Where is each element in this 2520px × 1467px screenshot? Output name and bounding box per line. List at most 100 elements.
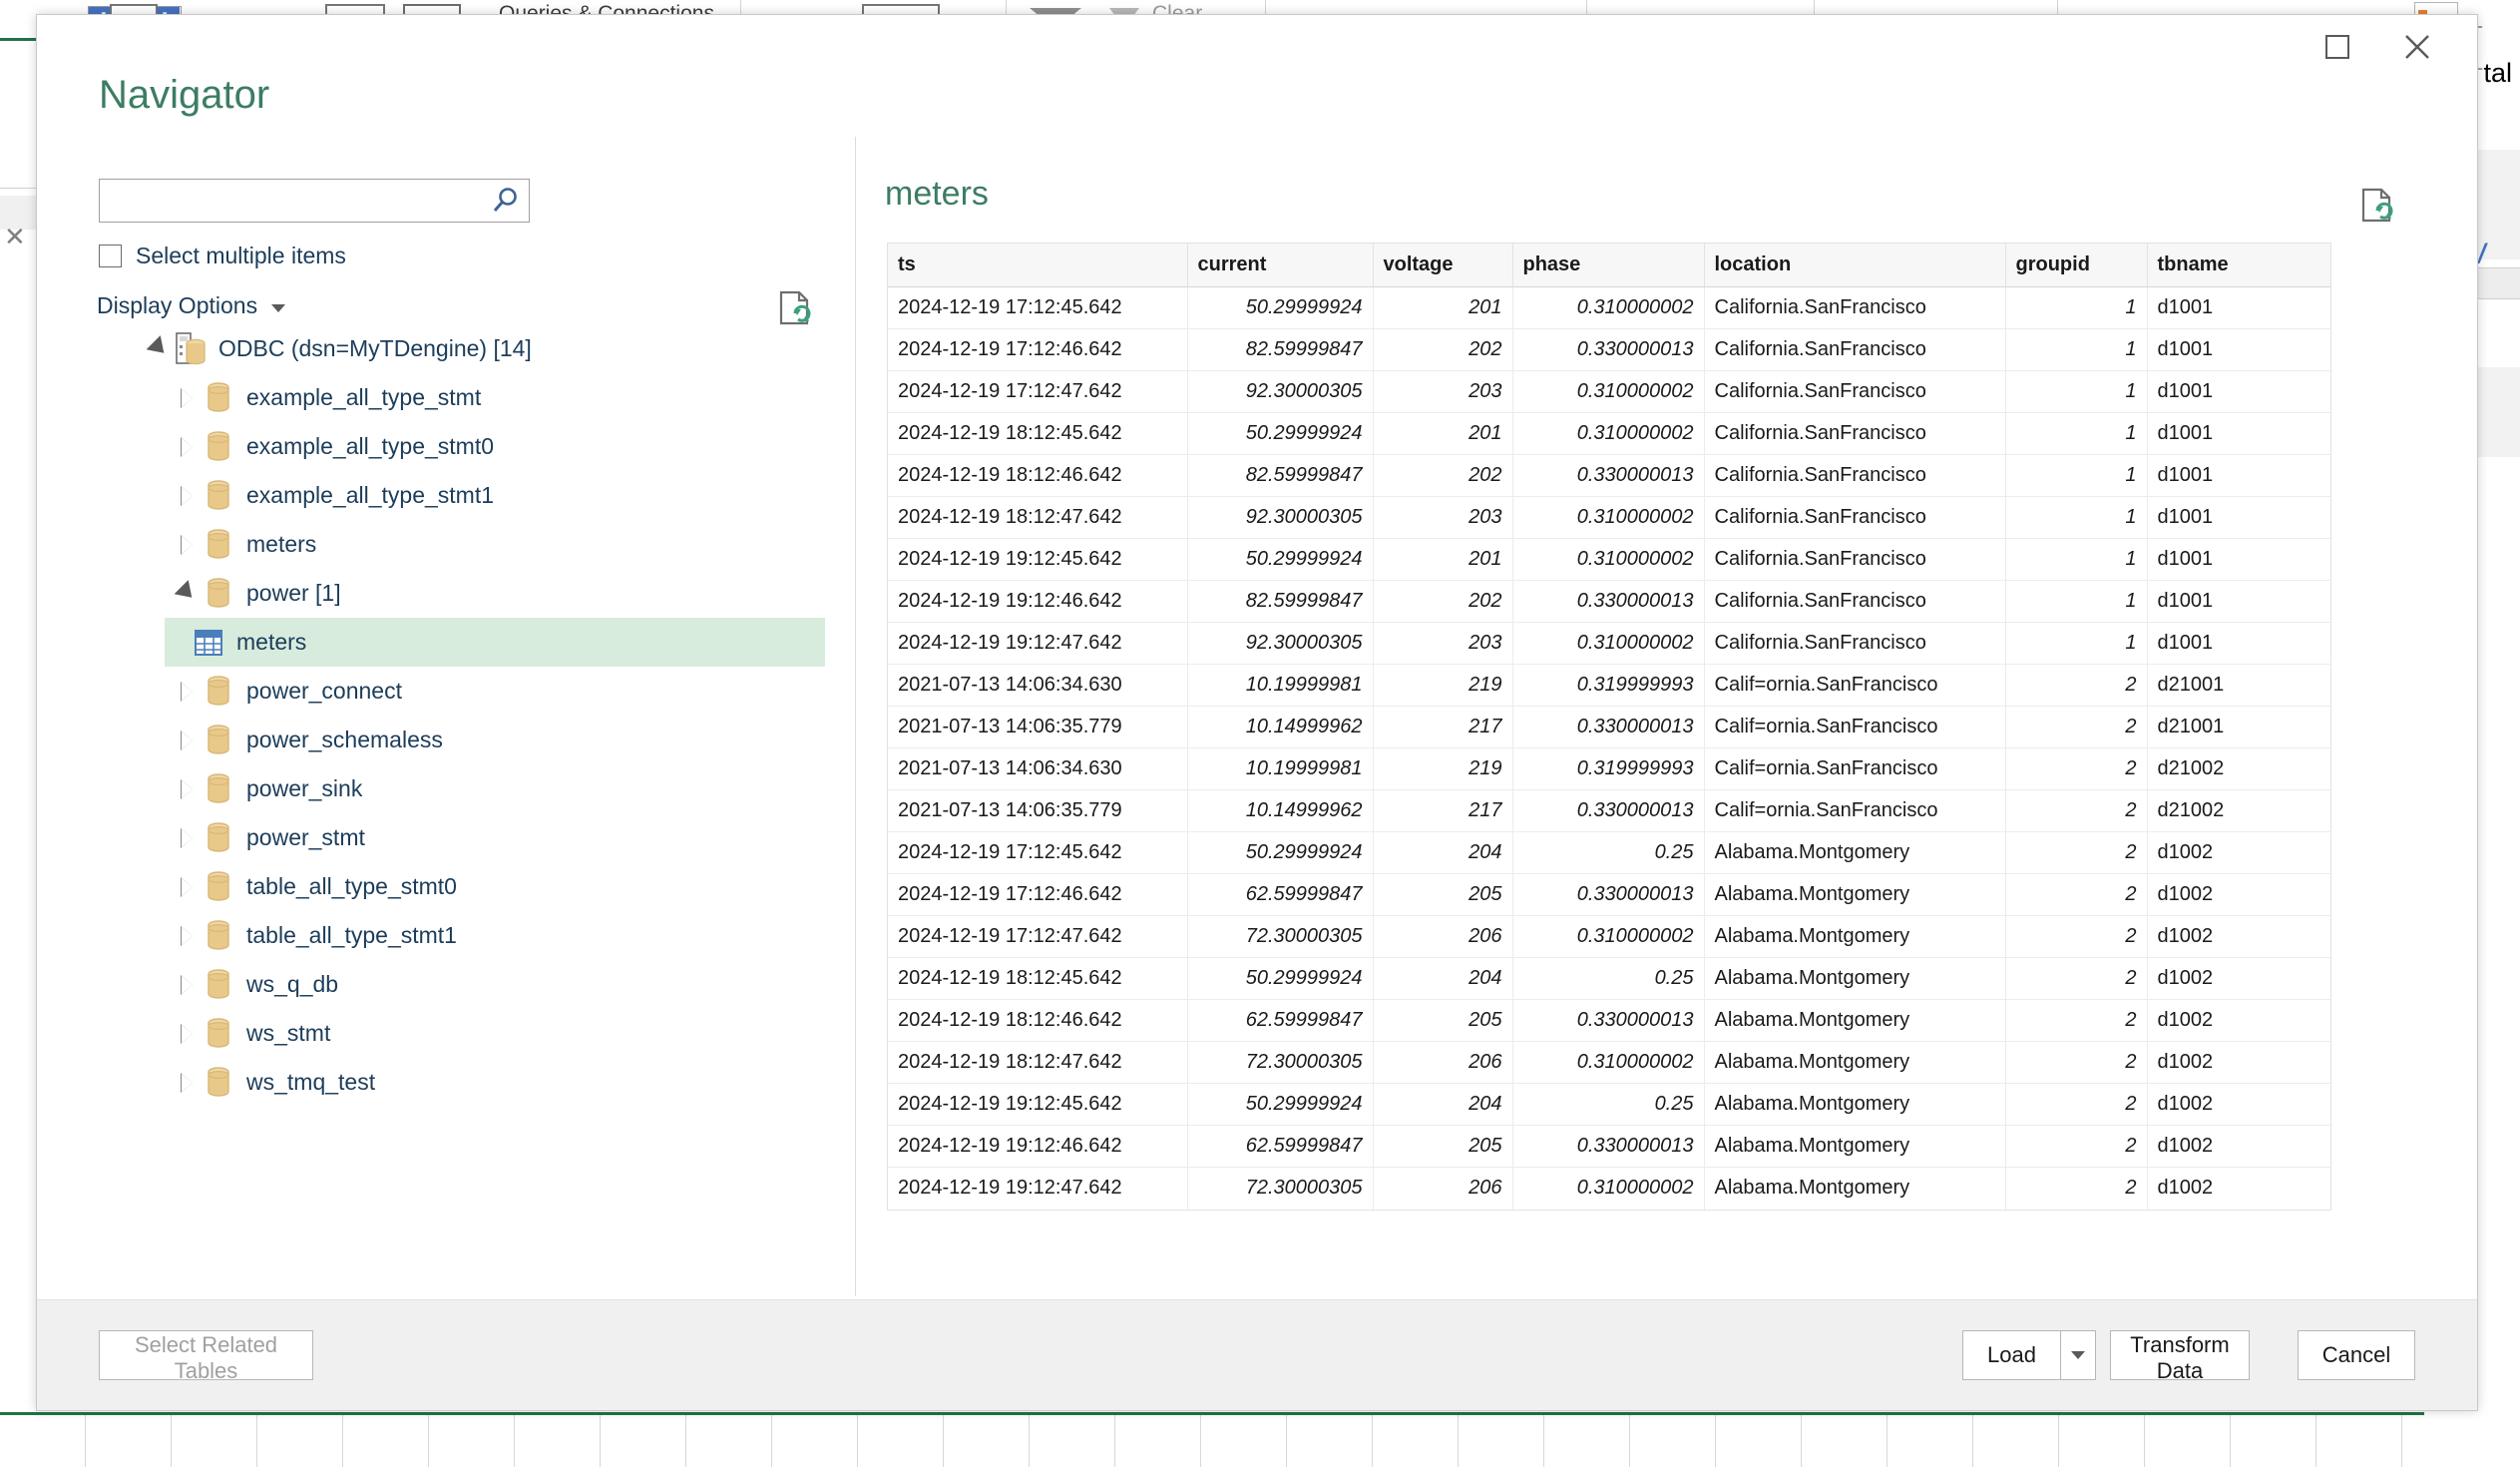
column-header-phase[interactable]: phase	[1512, 244, 1705, 287]
table-row[interactable]: 2024-12-19 19:12:45.642 50.29999924 204 0.2…	[888, 1083, 2330, 1126]
cell-phase: 0.25	[1512, 1083, 1705, 1126]
tree-node-power-stmt[interactable]: power_stmt	[37, 813, 825, 862]
display-options-dropdown[interactable]: Display Options	[97, 292, 286, 319]
cell-current: 72.30000305	[1187, 1041, 1374, 1084]
cell-groupid: 2	[2005, 957, 2148, 1000]
collapse-arrow-icon[interactable]	[173, 1072, 201, 1093]
expand-arrow-icon[interactable]	[145, 335, 173, 360]
tree-node-example-all-type-stmt[interactable]: example_all_type_stmt	[37, 373, 825, 422]
transform-data-button[interactable]: Transform Data	[2110, 1330, 2250, 1383]
collapse-arrow-icon[interactable]	[173, 827, 201, 848]
select-related-tables-button[interactable]: Select Related Tables	[99, 1330, 313, 1383]
table-row[interactable]: 2024-12-19 17:12:47.642 72.30000305 206 0.3…	[888, 915, 2330, 958]
collapse-arrow-icon[interactable]	[173, 876, 201, 897]
table-row[interactable]: 2024-12-19 18:12:46.642 62.59999847 205 0.3…	[888, 999, 2330, 1042]
cell-phase: 0.330000013	[1512, 328, 1705, 371]
dialog-titlebar[interactable]	[37, 15, 2477, 77]
tree-node-ws-q-db[interactable]: ws_q_db	[37, 960, 825, 1009]
search-input[interactable]	[100, 180, 479, 222]
search-icon[interactable]	[491, 186, 521, 221]
collapse-arrow-icon[interactable]	[173, 681, 201, 702]
column-header-voltage[interactable]: voltage	[1373, 244, 1513, 287]
table-row[interactable]: 2024-12-19 19:12:46.642 82.59999847 202 0.3…	[888, 580, 2330, 623]
preview-title: meters	[885, 175, 989, 213]
cell-tbname: d1002	[2147, 957, 2330, 1000]
collapse-arrow-icon[interactable]	[173, 925, 201, 946]
cell-groupid: 1	[2005, 580, 2148, 623]
tree-node-label: table_all_type_stmt0	[246, 873, 457, 899]
tree-node-example-all-type-stmt1[interactable]: example_all_type_stmt1	[37, 471, 825, 520]
tree-node-meters[interactable]: meters	[165, 618, 825, 667]
cell-voltage: 204	[1373, 957, 1513, 1000]
table-row[interactable]: 2024-12-19 17:12:47.642 92.30000305 203 0.3…	[888, 370, 2330, 413]
tree-node-table-all-type-stmt0[interactable]: table_all_type_stmt0	[37, 862, 825, 911]
column-header-ts[interactable]: ts	[888, 244, 1188, 287]
preview-table-body: 2024-12-19 17:12:45.642 50.29999924 201 0.3…	[888, 286, 2330, 1210]
collapse-arrow-icon[interactable]	[173, 778, 201, 799]
table-row[interactable]: 2024-12-19 18:12:46.642 82.59999847 202 0.3…	[888, 454, 2330, 497]
table-row[interactable]: 2021-07-13 14:06:35.779 10.14999962 217 0.3…	[888, 789, 2330, 832]
tree-node-ws-stmt[interactable]: ws_stmt	[37, 1009, 825, 1058]
collapse-arrow-icon[interactable]	[173, 387, 201, 408]
tree-node-meters[interactable]: meters	[37, 520, 825, 569]
maximize-button[interactable]	[2304, 23, 2371, 71]
cancel-button[interactable]: Cancel	[2298, 1330, 2415, 1380]
table-row[interactable]: 2024-12-19 19:12:47.642 72.30000305 206 0.3…	[888, 1167, 2330, 1210]
column-header-tbname[interactable]: tbname	[2147, 244, 2330, 287]
tree-node-example-all-type-stmt0[interactable]: example_all_type_stmt0	[37, 422, 825, 471]
cell-ts: 2024-12-19 18:12:45.642	[888, 412, 1188, 455]
collapse-arrow-icon[interactable]	[173, 436, 201, 457]
select-multiple-items-row[interactable]: Select multiple items	[99, 243, 346, 269]
close-button[interactable]	[2383, 23, 2451, 71]
collapse-arrow-icon[interactable]	[173, 974, 201, 995]
collapse-arrow-icon[interactable]	[173, 730, 201, 750]
cell-location: Alabama.Montgomery	[1704, 1041, 2006, 1084]
column-header-groupid[interactable]: groupid	[2005, 244, 2148, 287]
cell-groupid: 2	[2005, 1083, 2148, 1126]
cell-tbname: d1002	[2147, 1125, 2330, 1168]
tree-node-power-connect[interactable]: power_connect	[37, 667, 825, 716]
cell-ts: 2024-12-19 19:12:46.642	[888, 580, 1188, 623]
table-row[interactable]: 2021-07-13 14:06:35.779 10.14999962 217 0.3…	[888, 706, 2330, 748]
table-row[interactable]: 2024-12-19 19:12:47.642 92.30000305 203 0.3…	[888, 622, 2330, 665]
table-row[interactable]: 2024-12-19 18:12:45.642 50.29999924 204 0.2…	[888, 957, 2330, 1000]
cell-tbname: d1002	[2147, 999, 2330, 1042]
table-row[interactable]: 2024-12-19 18:12:47.642 72.30000305 206 0.3…	[888, 1041, 2330, 1084]
cell-groupid: 2	[2005, 831, 2148, 874]
cell-current: 92.30000305	[1187, 370, 1374, 413]
load-button[interactable]: Load	[1962, 1330, 2060, 1380]
table-row[interactable]: 2024-12-19 18:12:45.642 50.29999924 201 0.3…	[888, 412, 2330, 455]
cell-location: Alabama.Montgomery	[1704, 1167, 2006, 1210]
cell-ts: 2024-12-19 19:12:47.642	[888, 1167, 1188, 1210]
refresh-preview-icon[interactable]	[2359, 187, 2395, 230]
table-row[interactable]: 2024-12-19 19:12:46.642 62.59999847 205 0.3…	[888, 1125, 2330, 1168]
collapse-arrow-icon[interactable]	[173, 1023, 201, 1044]
table-row[interactable]: 2021-07-13 14:06:34.630 10.19999981 219 0.3…	[888, 664, 2330, 707]
expand-arrow-icon[interactable]	[173, 580, 201, 605]
load-dropdown-button[interactable]	[2060, 1330, 2096, 1380]
cell-ts: 2024-12-19 17:12:45.642	[888, 286, 1188, 329]
tree-node-ws-tmq-test[interactable]: ws_tmq_test	[37, 1058, 825, 1107]
table-row[interactable]: 2024-12-19 18:12:47.642 92.30000305 203 0.3…	[888, 496, 2330, 539]
cell-tbname: d1002	[2157, 1177, 2214, 1200]
column-header-location[interactable]: location	[1704, 244, 2006, 287]
cell-phase: 0.330000013	[1512, 454, 1705, 497]
tree-node-power-sink[interactable]: power_sink	[37, 764, 825, 813]
collapse-arrow-icon[interactable]	[173, 534, 201, 555]
column-header-current[interactable]: current	[1187, 244, 1374, 287]
table-row[interactable]: 2024-12-19 17:12:46.642 82.59999847 202 0.3…	[888, 328, 2330, 371]
cell-voltage: 219	[1373, 747, 1513, 790]
table-row[interactable]: 2024-12-19 17:12:45.642 50.29999924 204 0.2…	[888, 831, 2330, 874]
tree-node-power-1-[interactable]: power [1]	[37, 569, 825, 618]
table-row[interactable]: 2024-12-19 17:12:46.642 62.59999847 205 0.3…	[888, 873, 2330, 916]
select-multiple-items-checkbox[interactable]	[99, 244, 122, 267]
tree-node-table-all-type-stmt1[interactable]: table_all_type_stmt1	[37, 911, 825, 960]
tree-node-odbc-dsn-mytdengine-14-[interactable]: ODBC (dsn=MyTDengine) [14]	[37, 324, 825, 373]
cell-phase: 0.310000002	[1512, 496, 1705, 539]
search-box[interactable]	[99, 179, 530, 223]
collapse-arrow-icon[interactable]	[173, 485, 201, 506]
tree-node-power-schemaless[interactable]: power_schemaless	[37, 716, 825, 764]
table-row[interactable]: 2024-12-19 19:12:45.642 50.29999924 201 0.3…	[888, 538, 2330, 581]
table-row[interactable]: 2021-07-13 14:06:34.630 10.19999981 219 0.3…	[888, 747, 2330, 790]
table-row[interactable]: 2024-12-19 17:12:45.642 50.29999924 201 0.3…	[888, 286, 2330, 329]
